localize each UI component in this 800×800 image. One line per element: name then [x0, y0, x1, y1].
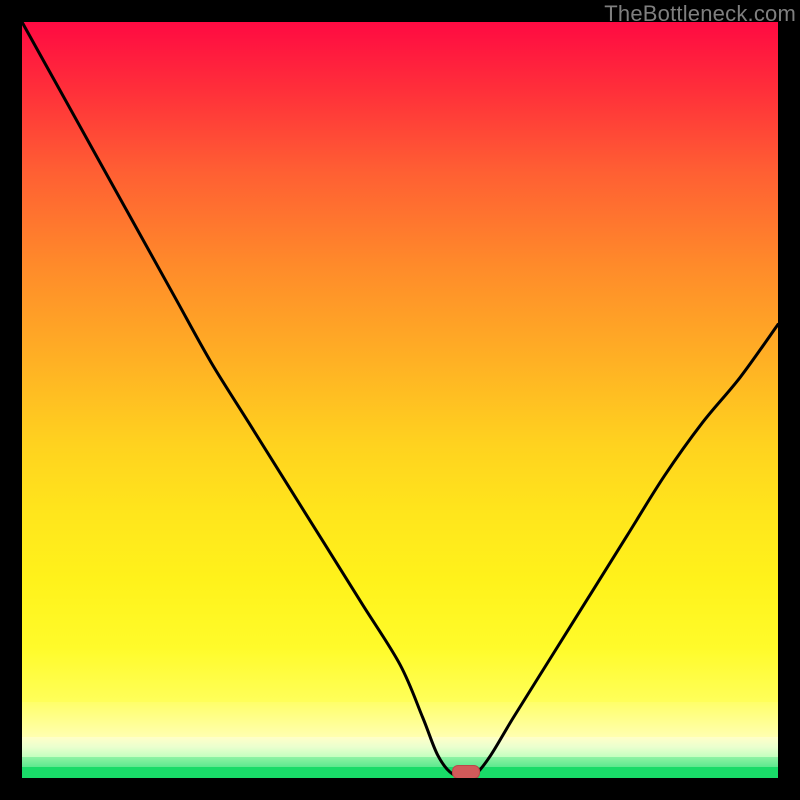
plot-area — [22, 22, 778, 778]
bottleneck-curve — [22, 22, 778, 778]
chart-frame: TheBottleneck.com — [0, 0, 800, 800]
min-marker — [452, 765, 480, 778]
